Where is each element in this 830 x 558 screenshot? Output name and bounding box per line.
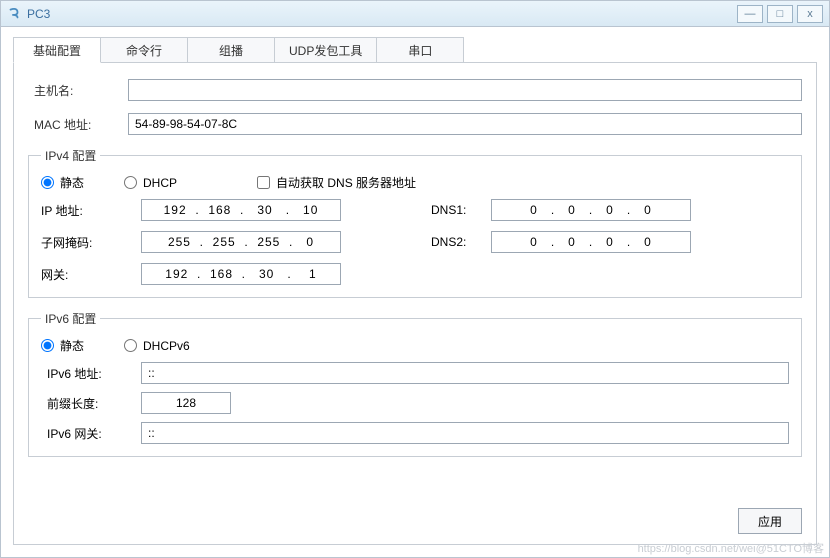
- ipv6-dhcpv6-radio[interactable]: DHCPv6: [124, 339, 190, 353]
- ipv6-gw-label: IPv6 网关:: [41, 425, 141, 442]
- client-area: 基础配置 命令行 组播 UDP发包工具 串口 主机名: MAC 地址: IPv4…: [1, 27, 829, 557]
- tab-panel: 主机名: MAC 地址: IPv4 配置 静态 DHCP 自动获取 DNS 服务…: [13, 62, 817, 545]
- hostname-input[interactable]: [128, 79, 802, 101]
- dns2-input[interactable]: [491, 231, 691, 253]
- ipv4-legend: IPv4 配置: [41, 147, 100, 164]
- ipv4-grid: IP 地址: DNS1: 子网掩码: DNS2: 网关:: [41, 199, 789, 285]
- tab-multicast[interactable]: 组播: [187, 37, 275, 63]
- mask-input[interactable]: [141, 231, 341, 253]
- ipv4-dhcp-radio[interactable]: DHCP: [124, 176, 177, 190]
- gateway-input[interactable]: [141, 263, 341, 285]
- ipv6-addr-label: IPv6 地址:: [41, 365, 141, 382]
- close-button[interactable]: x: [797, 5, 823, 23]
- gateway-label: 网关:: [41, 266, 141, 283]
- ipv6-legend: IPv6 配置: [41, 310, 100, 327]
- ipv6-addr-input[interactable]: [141, 362, 789, 384]
- ip-input[interactable]: [141, 199, 341, 221]
- hostname-row: 主机名:: [28, 79, 802, 101]
- ipv6-fieldset: IPv6 配置 静态 DHCPv6 IPv6 地址: 前缀长度: IPv6 网关…: [28, 310, 802, 457]
- tab-strip: 基础配置 命令行 组播 UDP发包工具 串口: [13, 37, 817, 63]
- minimize-button[interactable]: —: [737, 5, 763, 23]
- ipv6-gw-input[interactable]: [141, 422, 789, 444]
- mac-label: MAC 地址:: [28, 116, 128, 133]
- hostname-label: 主机名:: [28, 82, 128, 99]
- dns1-input[interactable]: [491, 199, 691, 221]
- window-controls: — □ x: [737, 5, 823, 23]
- title-bar: PC3 — □ x: [1, 1, 829, 27]
- ipv6-mode-row: 静态 DHCPv6: [41, 337, 789, 354]
- ipv4-fieldset: IPv4 配置 静态 DHCP 自动获取 DNS 服务器地址 IP 地址: DN…: [28, 147, 802, 298]
- ipv6-prefix-label: 前缀长度:: [41, 395, 141, 412]
- ip-label: IP 地址:: [41, 202, 141, 219]
- window-title: PC3: [27, 7, 737, 21]
- mac-input[interactable]: [128, 113, 802, 135]
- ipv4-mode-row: 静态 DHCP 自动获取 DNS 服务器地址: [41, 174, 789, 191]
- mask-label: 子网掩码:: [41, 234, 141, 251]
- ipv6-static-radio[interactable]: 静态: [41, 337, 84, 354]
- footer: 应用: [28, 508, 802, 534]
- tab-udp-tool[interactable]: UDP发包工具: [274, 37, 377, 63]
- dns2-label: DNS2:: [411, 235, 491, 249]
- dns1-label: DNS1:: [411, 203, 491, 217]
- tab-command-line[interactable]: 命令行: [100, 37, 188, 63]
- ipv4-static-radio[interactable]: 静态: [41, 174, 84, 191]
- tab-serial[interactable]: 串口: [376, 37, 464, 63]
- ipv6-prefix-input[interactable]: [141, 392, 231, 414]
- mac-row: MAC 地址:: [28, 113, 802, 135]
- maximize-button[interactable]: □: [767, 5, 793, 23]
- app-icon: [7, 7, 21, 21]
- tab-basic-config[interactable]: 基础配置: [13, 37, 101, 63]
- auto-dns-checkbox[interactable]: 自动获取 DNS 服务器地址: [257, 174, 416, 191]
- apply-button[interactable]: 应用: [738, 508, 802, 534]
